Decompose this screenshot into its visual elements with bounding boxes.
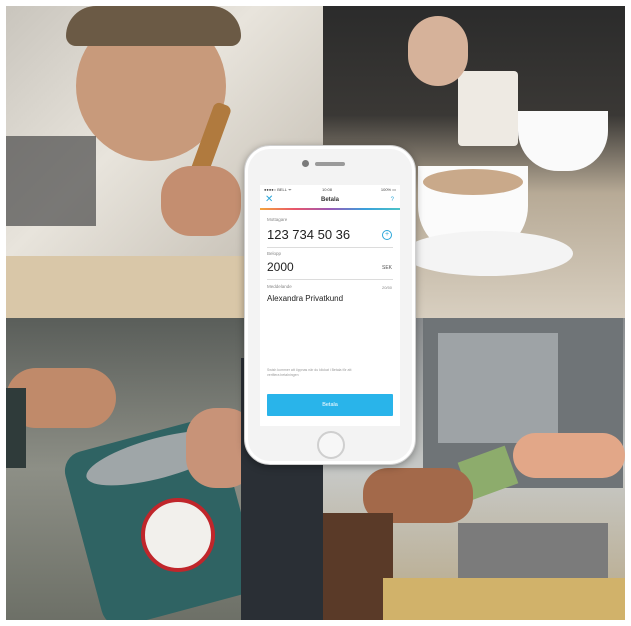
nav-bar: ✕ Betala ? (260, 193, 400, 210)
status-bar: ●●●●○ BELL ᯤ 10:08 100% ▭ (260, 185, 400, 193)
hand-shape (161, 166, 241, 236)
plus-circle-icon[interactable]: + (382, 230, 392, 240)
message-label: Meddelande (267, 284, 292, 289)
tin-label-shape (141, 498, 215, 572)
brand-gradient-bar (260, 208, 400, 210)
message-field[interactable]: Meddelande 20/50 Alexandra Privatkund (267, 284, 393, 312)
page-title: Betala (320, 197, 339, 203)
coffee-cup-shape (518, 111, 608, 171)
hand-shape (408, 16, 468, 86)
info-note: Swish kommer att öppnas när du klickat i… (267, 368, 352, 377)
help-icon[interactable]: ? (391, 197, 394, 203)
window-glass-shape (438, 333, 558, 443)
battery-indicator: 100% ▭ (380, 187, 396, 192)
saucer-shape (403, 231, 573, 276)
message-char-count: 20/50 (381, 285, 392, 290)
recipient-value[interactable]: 123 734 50 36 (267, 227, 350, 242)
amount-field[interactable]: Belopp 2000 SEK (267, 251, 393, 280)
smartphone: ●●●●○ BELL ᯤ 10:08 100% ▭ ✕ Betala ? Mot… (244, 145, 416, 465)
workshop-machine-shape (6, 136, 96, 226)
currency-label: SEK (381, 265, 392, 271)
hair-shape (66, 6, 241, 46)
sleeve-shape (6, 388, 26, 468)
recipient-field[interactable]: Mottagare 123 734 50 36 + (267, 217, 393, 248)
latte-glass-shape (458, 71, 518, 146)
amount-value[interactable]: 2000 (267, 260, 294, 274)
hand-shape (513, 433, 625, 478)
amount-label: Belopp (267, 251, 282, 256)
front-camera-icon (302, 160, 309, 167)
cappuccino-foam-shape (423, 169, 523, 195)
status-time: 10:08 (322, 187, 333, 192)
recipient-label: Mottagare (267, 217, 288, 222)
kiosk-frame-shape (383, 578, 625, 620)
payment-screen: ●●●●○ BELL ᯤ 10:08 100% ▭ ✕ Betala ? Mot… (260, 185, 400, 426)
home-button[interactable] (317, 431, 345, 459)
message-value[interactable]: Alexandra Privatkund (267, 294, 343, 303)
speaker-grille (315, 162, 345, 166)
pay-button[interactable]: Betala (267, 394, 393, 416)
